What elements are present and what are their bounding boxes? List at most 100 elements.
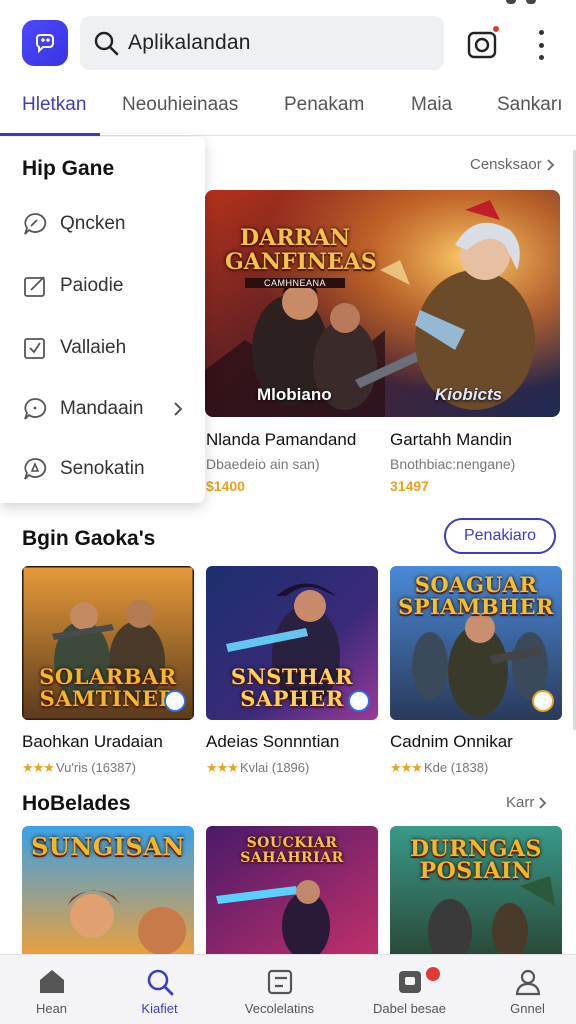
- rating-count: Kde (1838): [423, 760, 489, 775]
- top-app-bar: Aplikalandan: [0, 14, 576, 74]
- search-icon: [147, 969, 173, 996]
- nav-item-dabel-besae[interactable]: Dabel besae: [352, 955, 467, 1024]
- menu-item-mandaain[interactable]: Mandaain: [0, 384, 205, 434]
- rating-stars-icon: ★★★: [390, 760, 423, 775]
- release-card-art[interactable]: SOUCKIAR SAHAHRIAR: [206, 826, 378, 954]
- featured-item-name[interactable]: Nlanda Pamandand: [206, 430, 356, 450]
- tab-penakam[interactable]: Penakam: [284, 94, 364, 116]
- notification-dot: [491, 24, 501, 34]
- bottom-navigation: Hean Kiafiet Vecolelatins Dabel besae Gn…: [0, 954, 576, 1024]
- featured-art-label: Mlobiano: [257, 385, 332, 404]
- game-art-title: SUNGISAN: [31, 832, 185, 861]
- nav-item-kiafiet[interactable]: Kiafiet: [102, 955, 217, 1024]
- more-dot: [538, 42, 544, 48]
- game-card-name[interactable]: Cadnim Onnikar: [390, 732, 513, 752]
- game-card-art[interactable]: SNSTHAR SAPHER: [206, 566, 378, 720]
- menu-item-label: Senokatin: [60, 458, 145, 479]
- menu-item-label: Mandaain: [60, 398, 144, 419]
- tab-neouhieinaas[interactable]: Neouhieinaas: [122, 94, 238, 116]
- featured-item-name[interactable]: Gartahh Mandin: [390, 430, 512, 450]
- featured-banner[interactable]: DARRAN GANFINEAS CAMHNEANA Mlobiano Kiob…: [205, 190, 560, 417]
- game-card-rating: ★★★ Kde (1838): [390, 760, 488, 776]
- game-card-art[interactable]: SOLARBAR SAMTINER: [22, 566, 194, 720]
- edit-box-icon: [24, 276, 45, 297]
- home-icon: [39, 970, 64, 993]
- downloads-icon: [398, 971, 421, 993]
- section-title-releases: HoBelades: [22, 792, 131, 815]
- game-badge-icon: [532, 690, 554, 712]
- chevron-right-icon: [539, 796, 547, 809]
- section-games-button[interactable]: Penakiaro: [444, 518, 556, 554]
- featured-see-more-link[interactable]: Censksaor: [470, 156, 556, 173]
- library-icon: [267, 969, 292, 995]
- app-logo[interactable]: [22, 20, 68, 66]
- featured-item-subtitle: Dbaedeio ain san): [206, 456, 320, 472]
- search-input[interactable]: Aplikalandan: [128, 31, 251, 55]
- featured-item-price: 31497: [390, 478, 429, 494]
- search-bar[interactable]: Aplikalandan: [80, 16, 444, 70]
- rating-count: Kvlai (1896): [239, 760, 310, 775]
- alert-bubble-icon: [24, 458, 47, 480]
- menu-item-label: Vallaieh: [60, 337, 127, 358]
- menu-title: Hip Gane: [22, 157, 115, 180]
- tab-maia[interactable]: Maia: [411, 94, 452, 116]
- rating-stars-icon: ★★★: [206, 760, 239, 775]
- nav-label: Dabel besae: [373, 1001, 446, 1016]
- nav-label: Gnnel: [510, 1001, 545, 1016]
- active-tab-indicator: [0, 133, 100, 136]
- more-dot: [538, 55, 544, 60]
- notification-badge: [424, 965, 442, 983]
- featured-art-label: Kiobicts: [435, 385, 503, 404]
- game-badge-icon: [164, 690, 186, 712]
- featured-item-subtitle: Bnothbiac:nengane): [390, 456, 516, 472]
- game-art-title: DURNGAS POSIAIN: [410, 836, 542, 884]
- see-more-label: Karr: [506, 794, 535, 811]
- nav-item-gnnel[interactable]: Gnnel: [470, 955, 576, 1024]
- profile-icon: [515, 969, 540, 996]
- release-card-art[interactable]: SUNGISAN: [22, 826, 194, 954]
- game-card-name[interactable]: Adeias Sonnntian: [206, 732, 339, 752]
- menu-item-qncken[interactable]: Qncken: [0, 199, 205, 249]
- featured-art-subtitle: CAMHNEANA: [245, 278, 345, 288]
- release-card-art[interactable]: DURNGAS POSIAIN: [390, 826, 562, 954]
- more-dot: [538, 30, 544, 35]
- more-options-button[interactable]: [532, 30, 550, 60]
- menu-item-label: Paiodie: [60, 275, 124, 296]
- releases-see-more-link[interactable]: Karr: [506, 794, 548, 811]
- tab-sankari[interactable]: Sankarı: [497, 94, 562, 116]
- camera-button[interactable]: [466, 24, 501, 60]
- chevron-right-icon: [174, 402, 183, 416]
- game-badge-icon: [348, 690, 370, 712]
- rating-stars-icon: ★★★: [22, 760, 55, 775]
- status-icon: [526, 0, 536, 4]
- game-art-title: SOAGUAR SPIAMBHER: [398, 572, 554, 619]
- checkbox-icon: [24, 338, 45, 359]
- game-card-rating: ★★★ Vu'ris (16387): [22, 760, 136, 776]
- see-more-label: Censksaor: [470, 156, 542, 173]
- nav-label: Kiafiet: [141, 1001, 178, 1016]
- game-card-name[interactable]: Baohkan Uradaian: [22, 732, 163, 752]
- nav-item-vecolelatins[interactable]: Vecolelatins: [222, 955, 337, 1024]
- game-card-rating: ★★★ Kvlai (1896): [206, 760, 309, 776]
- chat-bubble-icon: [24, 213, 47, 235]
- search-icon: [94, 31, 119, 56]
- dropdown-menu: Hip Gane Qncken Paiodie Vallaieh Mandaai…: [0, 137, 205, 503]
- menu-item-label: Qncken: [60, 213, 126, 234]
- section-title-games: Bgin Gaoka's: [22, 527, 156, 550]
- menu-item-vallaieh[interactable]: Vallaieh: [0, 323, 205, 373]
- category-tabs: Hletkan Neouhieinaas Penakam Maia Sankar…: [0, 82, 576, 136]
- tab-hletkan[interactable]: Hletkan: [22, 94, 86, 116]
- featured-art-title: DARRAN GANFINEAS: [225, 225, 377, 275]
- featured-item-price: $1400: [206, 478, 245, 494]
- nav-label: Vecolelatins: [244, 1001, 315, 1016]
- menu-item-senokatin[interactable]: Senokatin: [0, 444, 205, 494]
- nav-label: Hean: [35, 1001, 68, 1016]
- status-bar: [506, 0, 536, 6]
- chevron-right-icon: [547, 158, 554, 171]
- menu-item-paiodie[interactable]: Paiodie: [0, 261, 205, 311]
- game-art-title: SOUCKIAR SAHAHRIAR: [240, 835, 344, 866]
- game-card-art[interactable]: SOAGUAR SPIAMBHER: [390, 566, 562, 720]
- gamepad-logo-icon: [36, 34, 54, 54]
- message-icon: [24, 398, 47, 420]
- nav-item-hean[interactable]: Hean: [0, 955, 109, 1024]
